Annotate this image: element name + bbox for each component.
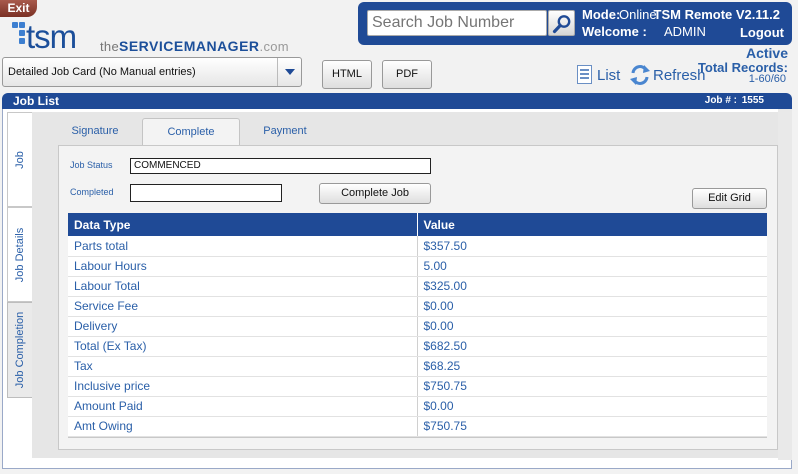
cell-data-type: Labour Hours [68,256,418,277]
list-label: List [597,67,621,84]
grid-header-row: Data Type Value [68,213,767,236]
tab-payment[interactable]: Payment [244,118,326,144]
cell-value: $0.00 [417,396,767,417]
side-tab-job-completion[interactable]: Job Completion [7,302,32,398]
logout-link[interactable]: Logout [740,25,784,40]
logo-text: tsm [26,18,77,55]
cell-value: 5.00 [417,256,767,277]
panel-edge [778,109,792,460]
status-active: Active [745,45,788,61]
completed-field[interactable] [130,184,282,202]
mode-value: Online [619,7,657,22]
cell-value: $682.50 [417,336,767,357]
table-row[interactable]: Tax $68.25 [68,356,767,377]
search-button[interactable] [548,10,575,36]
cell-value: $0.00 [417,316,767,337]
tab-signature[interactable]: Signature [54,118,136,144]
job-list-bar: Job List Job # : 1555 [2,93,792,109]
complete-job-button[interactable]: Complete Job [319,183,431,204]
app-version: TSM Remote V2.11.2 [653,7,780,22]
grid-divider [68,437,767,438]
table-row[interactable]: Delivery $0.00 [68,316,767,337]
cell-value: $68.25 [417,356,767,377]
job-number-label: Job # : [704,95,737,106]
report-selected-value: Detailed Job Card (No Manual entries) [8,66,196,78]
cell-data-type: Parts total [68,236,418,257]
refresh-icon [630,65,650,85]
report-type-select[interactable]: Detailed Job Card (No Manual entries) [2,57,302,87]
cell-value: $750.75 [417,416,767,437]
column-header-value: Value [417,213,767,236]
table-row[interactable]: Service Fee $0.00 [68,296,767,317]
cell-value: $750.75 [417,376,767,397]
cell-data-type: Total (Ex Tax) [68,336,418,357]
table-row[interactable]: Labour Total $325.00 [68,276,767,297]
table-row[interactable]: Total (Ex Tax) $682.50 [68,336,767,357]
search-job-input[interactable] [367,10,547,36]
pdf-button[interactable]: PDF [382,60,432,89]
exit-button[interactable]: Exit [0,0,37,17]
job-number: 1555 [741,95,764,106]
chevron-down-icon[interactable] [277,58,301,86]
cell-value: $325.00 [417,276,767,297]
cell-value: $0.00 [417,296,767,317]
welcome-label: Welcome : [582,24,647,39]
column-header-data-type: Data Type [68,213,418,236]
records-count: 1-60/60 [748,73,786,85]
job-status-label: Job Status [70,160,113,170]
table-row[interactable]: Inclusive price $750.75 [68,376,767,397]
welcome-user: ADMIN [664,24,706,39]
list-icon [577,65,592,84]
cell-data-type: Amount Paid [68,396,418,417]
cell-data-type: Amt Owing [68,416,418,437]
cell-data-type: Service Fee [68,296,418,317]
cell-value: $357.50 [417,236,767,257]
tab-complete[interactable]: Complete [142,118,240,145]
table-row[interactable]: Parts total $357.50 [68,236,767,257]
job-list-title: Job List [13,94,60,108]
logo-mark-icon [12,22,26,52]
search-icon [552,15,571,34]
table-row[interactable]: Amt Owing $750.75 [68,416,767,437]
table-row[interactable]: Amount Paid $0.00 [68,396,767,417]
completed-label: Completed [70,187,114,197]
cell-data-type: Tax [68,356,418,377]
cell-data-type: Inclusive price [68,376,418,397]
header-panel: Mode: Online Welcome : ADMIN TSM Remote … [358,2,792,45]
totals-grid: Data Type Value Parts total $357.50 Labou… [68,213,767,437]
side-tab-job[interactable]: Job [7,112,32,207]
cell-data-type: Labour Total [68,276,418,297]
side-tab-job-details[interactable]: Job Details [7,207,32,302]
logo-brand: theSERVICEMANAGER.com [100,38,289,54]
mode-label: Mode: [582,7,621,22]
edit-grid-button[interactable]: Edit Grid [692,188,767,209]
tsm-logo: tsm theSERVICEMANAGER.com [12,18,289,58]
table-row[interactable]: Labour Hours 5.00 [68,256,767,277]
job-status-field[interactable]: COMMENCED [130,158,431,174]
cell-data-type: Delivery [68,316,418,337]
html-button[interactable]: HTML [322,60,372,89]
